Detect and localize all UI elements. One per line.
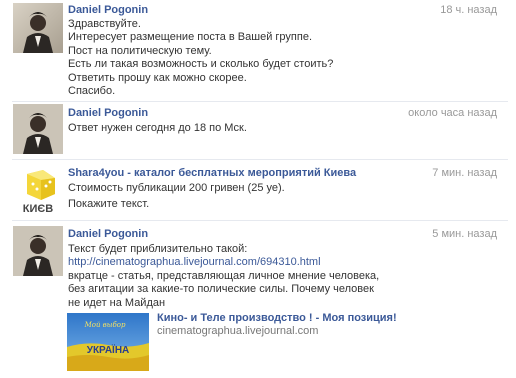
message-line: вкратце - статья, представляющая личное … [68,269,380,282]
message-text: Текст будет приблизительно такой: http:/… [68,243,497,310]
message-text: Ответ нужен сегодня до 18 по Мск. [68,122,497,135]
divider [12,101,508,102]
divider [12,159,508,160]
message-line: не идет на Майдан [68,296,166,309]
message-line: Здравствуйте. [68,18,141,30]
attachment-title[interactable]: Кино- и Теле производство ! - Моя позици… [157,312,397,324]
avatar[interactable] [13,3,63,53]
message-line: Ответить прошу как можно скорее. [68,71,247,84]
avatar[interactable] [13,104,63,154]
author-name[interactable]: Daniel Pogonin [68,228,148,240]
message-line: без агитации за какие-то полические силы… [68,283,374,296]
message-link[interactable]: http://cinematographua.livejournal.com/6… [68,256,497,269]
timestamp: 7 мин. назад [432,167,497,179]
thumbnail-caption-top: Мой выбор [84,321,126,329]
attachment-thumbnail[interactable]: Мой выбор УКРАЇНА [67,313,149,371]
message-line: Стоимость публикации 200 гривен (25 уе). [68,182,285,194]
divider [12,220,508,221]
message-line: Интересует размещение поста в Вашей груп… [68,31,312,44]
message-line: Спасибо. [68,85,116,98]
message-text: Здравствуйте. Интересует размещение пост… [68,18,497,98]
message-line: Ответ нужен сегодня до 18 по Мск. [68,122,247,134]
author-name[interactable]: Shara4you - каталог бесплатных мероприят… [68,167,356,179]
message-line: Текст будет приблизительно такой: [68,243,248,255]
message-line: Пост на политическую тему. [68,44,212,57]
message-line: Есть ли такая возможность и сколько буде… [68,58,334,71]
author-name[interactable]: Daniel Pogonin [68,107,148,119]
logo-text: КИЄВ [23,203,53,215]
message-line: Покажите текст. [68,198,150,211]
author-name[interactable]: Daniel Pogonin [68,4,148,16]
timestamp: 18 ч. назад [440,4,497,16]
thumbnail-caption-bottom: УКРАЇНА [87,343,130,356]
attachment-domain: cinematographua.livejournal.com [157,325,319,337]
avatar[interactable] [13,226,63,276]
message-text: Стоимость публикации 200 гривен (25 уе).… [68,182,497,212]
timestamp: около часа назад [408,107,497,119]
timestamp: 5 мин. назад [432,228,497,240]
avatar[interactable]: КИЄВ [13,166,63,216]
